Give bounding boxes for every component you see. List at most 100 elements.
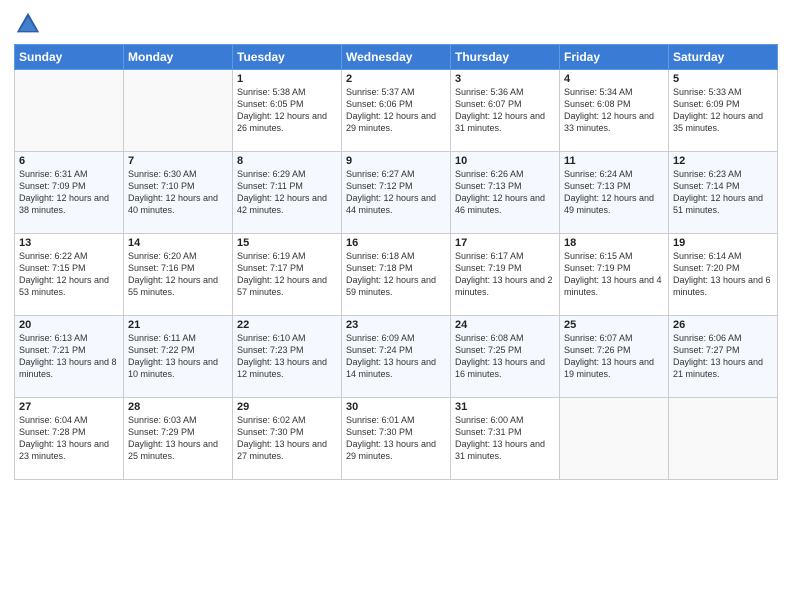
day-detail: Sunrise: 6:22 AM Sunset: 7:15 PM Dayligh… bbox=[19, 250, 119, 299]
calendar-cell: 22Sunrise: 6:10 AM Sunset: 7:23 PM Dayli… bbox=[233, 316, 342, 398]
day-detail: Sunrise: 6:10 AM Sunset: 7:23 PM Dayligh… bbox=[237, 332, 337, 381]
calendar-cell: 29Sunrise: 6:02 AM Sunset: 7:30 PM Dayli… bbox=[233, 398, 342, 480]
day-number: 31 bbox=[455, 401, 555, 413]
calendar-week-row: 1Sunrise: 5:38 AM Sunset: 6:05 PM Daylig… bbox=[15, 70, 778, 152]
day-detail: Sunrise: 5:36 AM Sunset: 6:07 PM Dayligh… bbox=[455, 86, 555, 135]
day-number: 13 bbox=[19, 237, 119, 249]
day-detail: Sunrise: 6:18 AM Sunset: 7:18 PM Dayligh… bbox=[346, 250, 446, 299]
header bbox=[14, 10, 778, 38]
day-detail: Sunrise: 6:29 AM Sunset: 7:11 PM Dayligh… bbox=[237, 168, 337, 217]
day-number: 1 bbox=[237, 73, 337, 85]
day-number: 24 bbox=[455, 319, 555, 331]
calendar-day-header: Thursday bbox=[451, 45, 560, 70]
calendar-cell: 27Sunrise: 6:04 AM Sunset: 7:28 PM Dayli… bbox=[15, 398, 124, 480]
day-detail: Sunrise: 6:01 AM Sunset: 7:30 PM Dayligh… bbox=[346, 414, 446, 463]
day-number: 14 bbox=[128, 237, 228, 249]
day-detail: Sunrise: 5:34 AM Sunset: 6:08 PM Dayligh… bbox=[564, 86, 664, 135]
day-number: 17 bbox=[455, 237, 555, 249]
day-number: 25 bbox=[564, 319, 664, 331]
calendar-cell: 19Sunrise: 6:14 AM Sunset: 7:20 PM Dayli… bbox=[669, 234, 778, 316]
calendar-cell: 28Sunrise: 6:03 AM Sunset: 7:29 PM Dayli… bbox=[124, 398, 233, 480]
calendar-cell: 11Sunrise: 6:24 AM Sunset: 7:13 PM Dayli… bbox=[560, 152, 669, 234]
calendar-cell bbox=[15, 70, 124, 152]
calendar-day-header: Tuesday bbox=[233, 45, 342, 70]
calendar-week-row: 20Sunrise: 6:13 AM Sunset: 7:21 PM Dayli… bbox=[15, 316, 778, 398]
day-number: 30 bbox=[346, 401, 446, 413]
calendar-cell: 5Sunrise: 5:33 AM Sunset: 6:09 PM Daylig… bbox=[669, 70, 778, 152]
logo bbox=[14, 10, 46, 38]
calendar-cell: 20Sunrise: 6:13 AM Sunset: 7:21 PM Dayli… bbox=[15, 316, 124, 398]
calendar-day-header: Wednesday bbox=[342, 45, 451, 70]
calendar-cell: 12Sunrise: 6:23 AM Sunset: 7:14 PM Dayli… bbox=[669, 152, 778, 234]
day-detail: Sunrise: 6:02 AM Sunset: 7:30 PM Dayligh… bbox=[237, 414, 337, 463]
calendar-cell: 25Sunrise: 6:07 AM Sunset: 7:26 PM Dayli… bbox=[560, 316, 669, 398]
calendar-cell: 9Sunrise: 6:27 AM Sunset: 7:12 PM Daylig… bbox=[342, 152, 451, 234]
day-number: 27 bbox=[19, 401, 119, 413]
calendar-cell: 8Sunrise: 6:29 AM Sunset: 7:11 PM Daylig… bbox=[233, 152, 342, 234]
calendar-cell: 4Sunrise: 5:34 AM Sunset: 6:08 PM Daylig… bbox=[560, 70, 669, 152]
day-detail: Sunrise: 6:09 AM Sunset: 7:24 PM Dayligh… bbox=[346, 332, 446, 381]
day-number: 18 bbox=[564, 237, 664, 249]
day-detail: Sunrise: 6:00 AM Sunset: 7:31 PM Dayligh… bbox=[455, 414, 555, 463]
calendar-day-header: Monday bbox=[124, 45, 233, 70]
logo-icon bbox=[14, 10, 42, 38]
calendar-cell: 2Sunrise: 5:37 AM Sunset: 6:06 PM Daylig… bbox=[342, 70, 451, 152]
calendar-cell: 21Sunrise: 6:11 AM Sunset: 7:22 PM Dayli… bbox=[124, 316, 233, 398]
calendar: SundayMondayTuesdayWednesdayThursdayFrid… bbox=[14, 44, 778, 480]
day-detail: Sunrise: 6:15 AM Sunset: 7:19 PM Dayligh… bbox=[564, 250, 664, 299]
calendar-header-row: SundayMondayTuesdayWednesdayThursdayFrid… bbox=[15, 45, 778, 70]
calendar-cell: 18Sunrise: 6:15 AM Sunset: 7:19 PM Dayli… bbox=[560, 234, 669, 316]
calendar-cell: 14Sunrise: 6:20 AM Sunset: 7:16 PM Dayli… bbox=[124, 234, 233, 316]
day-number: 5 bbox=[673, 73, 773, 85]
day-number: 28 bbox=[128, 401, 228, 413]
day-number: 3 bbox=[455, 73, 555, 85]
day-number: 9 bbox=[346, 155, 446, 167]
day-detail: Sunrise: 5:38 AM Sunset: 6:05 PM Dayligh… bbox=[237, 86, 337, 135]
day-number: 8 bbox=[237, 155, 337, 167]
day-number: 6 bbox=[19, 155, 119, 167]
calendar-cell: 24Sunrise: 6:08 AM Sunset: 7:25 PM Dayli… bbox=[451, 316, 560, 398]
calendar-cell: 1Sunrise: 5:38 AM Sunset: 6:05 PM Daylig… bbox=[233, 70, 342, 152]
day-number: 23 bbox=[346, 319, 446, 331]
calendar-day-header: Sunday bbox=[15, 45, 124, 70]
day-detail: Sunrise: 6:03 AM Sunset: 7:29 PM Dayligh… bbox=[128, 414, 228, 463]
calendar-week-row: 13Sunrise: 6:22 AM Sunset: 7:15 PM Dayli… bbox=[15, 234, 778, 316]
day-detail: Sunrise: 6:26 AM Sunset: 7:13 PM Dayligh… bbox=[455, 168, 555, 217]
day-number: 22 bbox=[237, 319, 337, 331]
day-detail: Sunrise: 6:24 AM Sunset: 7:13 PM Dayligh… bbox=[564, 168, 664, 217]
calendar-cell: 3Sunrise: 5:36 AM Sunset: 6:07 PM Daylig… bbox=[451, 70, 560, 152]
day-detail: Sunrise: 6:20 AM Sunset: 7:16 PM Dayligh… bbox=[128, 250, 228, 299]
day-detail: Sunrise: 6:13 AM Sunset: 7:21 PM Dayligh… bbox=[19, 332, 119, 381]
day-detail: Sunrise: 6:27 AM Sunset: 7:12 PM Dayligh… bbox=[346, 168, 446, 217]
calendar-cell: 10Sunrise: 6:26 AM Sunset: 7:13 PM Dayli… bbox=[451, 152, 560, 234]
day-detail: Sunrise: 6:14 AM Sunset: 7:20 PM Dayligh… bbox=[673, 250, 773, 299]
day-number: 12 bbox=[673, 155, 773, 167]
calendar-day-header: Saturday bbox=[669, 45, 778, 70]
day-number: 15 bbox=[237, 237, 337, 249]
calendar-cell: 17Sunrise: 6:17 AM Sunset: 7:19 PM Dayli… bbox=[451, 234, 560, 316]
day-detail: Sunrise: 6:04 AM Sunset: 7:28 PM Dayligh… bbox=[19, 414, 119, 463]
day-number: 4 bbox=[564, 73, 664, 85]
day-detail: Sunrise: 6:08 AM Sunset: 7:25 PM Dayligh… bbox=[455, 332, 555, 381]
calendar-cell: 16Sunrise: 6:18 AM Sunset: 7:18 PM Dayli… bbox=[342, 234, 451, 316]
calendar-cell: 13Sunrise: 6:22 AM Sunset: 7:15 PM Dayli… bbox=[15, 234, 124, 316]
day-number: 20 bbox=[19, 319, 119, 331]
day-number: 2 bbox=[346, 73, 446, 85]
day-number: 16 bbox=[346, 237, 446, 249]
day-detail: Sunrise: 6:31 AM Sunset: 7:09 PM Dayligh… bbox=[19, 168, 119, 217]
calendar-day-header: Friday bbox=[560, 45, 669, 70]
day-number: 29 bbox=[237, 401, 337, 413]
page: SundayMondayTuesdayWednesdayThursdayFrid… bbox=[0, 0, 792, 612]
day-number: 11 bbox=[564, 155, 664, 167]
day-detail: Sunrise: 6:19 AM Sunset: 7:17 PM Dayligh… bbox=[237, 250, 337, 299]
calendar-cell: 23Sunrise: 6:09 AM Sunset: 7:24 PM Dayli… bbox=[342, 316, 451, 398]
calendar-cell bbox=[560, 398, 669, 480]
day-number: 10 bbox=[455, 155, 555, 167]
calendar-cell: 26Sunrise: 6:06 AM Sunset: 7:27 PM Dayli… bbox=[669, 316, 778, 398]
calendar-week-row: 27Sunrise: 6:04 AM Sunset: 7:28 PM Dayli… bbox=[15, 398, 778, 480]
calendar-cell: 6Sunrise: 6:31 AM Sunset: 7:09 PM Daylig… bbox=[15, 152, 124, 234]
calendar-cell: 7Sunrise: 6:30 AM Sunset: 7:10 PM Daylig… bbox=[124, 152, 233, 234]
day-detail: Sunrise: 6:11 AM Sunset: 7:22 PM Dayligh… bbox=[128, 332, 228, 381]
calendar-cell bbox=[669, 398, 778, 480]
calendar-week-row: 6Sunrise: 6:31 AM Sunset: 7:09 PM Daylig… bbox=[15, 152, 778, 234]
